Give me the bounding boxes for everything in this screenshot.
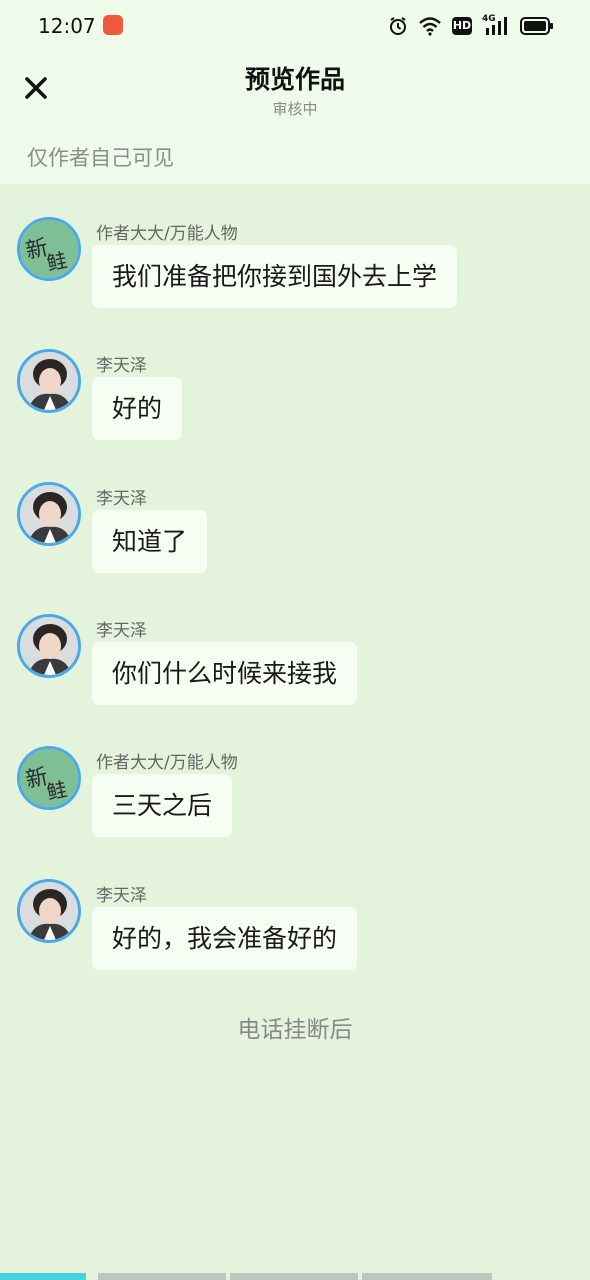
chat-message: 李天泽 好的 [0,349,590,449]
status-icons: HD 4G [388,14,554,38]
story-progress-bar [0,1273,590,1280]
sender-name: 李天泽 [96,621,147,641]
sender-name: 李天泽 [96,489,147,509]
character-avatar[interactable] [17,482,81,546]
message-bubble[interactable]: 好的 [92,377,183,440]
alarm-icon [390,17,406,35]
sender-name: 李天泽 [96,356,147,376]
page-title: 预览作品 [244,65,345,94]
message-bubble[interactable]: 三天之后 [92,774,233,837]
message-bubble[interactable]: 好的，我会准备好的 [92,907,358,970]
chat-message: 新 鲑 作者大大/万能人物 三天之后 [0,746,590,846]
sender-name: 李天泽 [96,886,147,906]
review-status: 审核中 [272,100,318,118]
scene-note: 电话挂断后 [237,1017,353,1043]
progress-segment-2 [98,1273,226,1280]
progress-segment-1 [0,1273,86,1280]
message-bubble[interactable]: 知道了 [92,510,208,573]
message-bubble[interactable]: 我们准备把你接到国外去上学 [92,245,458,308]
sender-name: 作者大大/万能人物 [96,753,238,773]
author-avatar[interactable]: 新 鲑 [17,217,81,281]
character-avatar[interactable] [17,614,81,678]
progress-segment-3 [230,1273,358,1280]
visibility-note: 仅作者自己可见 [27,146,174,170]
signal-icon: 4G [482,14,510,36]
progress-segment-4 [362,1273,492,1280]
chat-message: 李天泽 好的，我会准备好的 [0,879,590,979]
sender-name: 作者大大/万能人物 [96,224,238,244]
header-area: 12:07 HD 4G 预览作品 审核中 仅作者自己可见 [0,0,590,184]
status-time: 12:07 [38,14,96,38]
chat-message: 李天泽 你们什么时候来接我 [0,614,590,714]
author-avatar[interactable]: 新 鲑 [17,746,81,810]
app-notification-icon [103,15,123,35]
chat-message: 新 鲑 作者大大/万能人物 我们准备把你接到国外去上学 [0,217,590,317]
character-avatar[interactable] [17,879,81,943]
wifi-icon [419,17,441,36]
chat-message: 李天泽 知道了 [0,482,590,582]
message-bubble[interactable]: 你们什么时候来接我 [92,642,358,705]
battery-icon [520,17,553,35]
status-bar: 12:07 HD 4G [0,0,590,52]
character-avatar[interactable] [17,349,81,413]
hd-icon: HD [452,17,472,35]
